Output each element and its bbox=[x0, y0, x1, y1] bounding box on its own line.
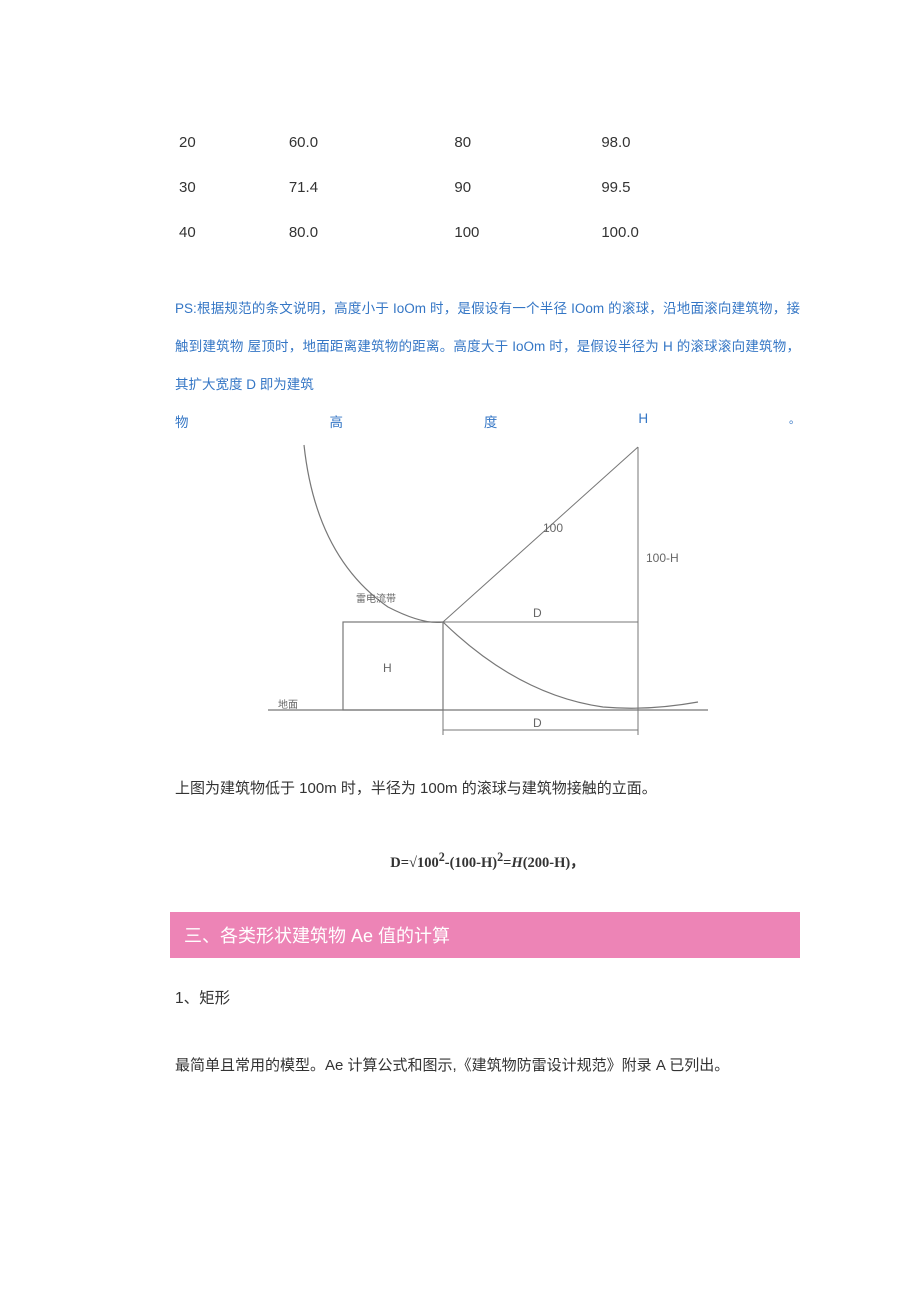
rolling-sphere-diagram: 100 100-H H D D 地面 雷电流带 bbox=[268, 437, 708, 747]
cell: 80.0 bbox=[285, 210, 451, 255]
cell: 100 bbox=[450, 210, 597, 255]
table-row: 20 60.0 80 98.0 bbox=[175, 120, 800, 165]
note-char: H bbox=[638, 411, 648, 431]
d-inner-label: D bbox=[533, 606, 542, 620]
note-char: 高 bbox=[329, 411, 343, 431]
body-paragraph: 最简单且常用的模型。Ae 计算公式和图示,《建筑物防雷设计规范》附录 A 已列出… bbox=[175, 1052, 800, 1081]
cell: 30 bbox=[175, 165, 285, 210]
note-char: 度 bbox=[484, 411, 498, 431]
cell: 40 bbox=[175, 210, 285, 255]
cell: 99.5 bbox=[597, 165, 800, 210]
ground-label: 地面 bbox=[278, 698, 298, 711]
radius-label: 100 bbox=[543, 521, 563, 535]
data-table: 20 60.0 80 98.0 30 71.4 90 99.5 40 80.0 … bbox=[175, 120, 800, 255]
subsection-heading: 1、矩形 bbox=[175, 986, 800, 1008]
cell: 80 bbox=[450, 120, 597, 165]
note-char: 物 bbox=[175, 411, 189, 431]
note-line: 屋顶时，地面距离建筑物的距离。高度大于 IoOm 时，是假设半径为 H 的滚球滚… bbox=[175, 339, 800, 392]
lightning-label: 雷电流带 bbox=[356, 592, 396, 605]
table-row: 30 71.4 90 99.5 bbox=[175, 165, 800, 210]
ps-note: PS:根据规范的条文说明，高度小于 IoOm 时，是假设有一个半径 IOom 的… bbox=[175, 290, 800, 403]
formula: D=√1002-(100-H)2=H(200-H)， bbox=[175, 850, 800, 872]
note-char: 。 bbox=[789, 411, 800, 431]
cell: 60.0 bbox=[285, 120, 451, 165]
formula-comma: ， bbox=[570, 855, 585, 871]
diagram-caption: 上图为建筑物低于 100m 时，半径为 100m 的滚球与建筑物接触的立面。 bbox=[175, 775, 800, 802]
formula-part: D=√100 bbox=[390, 855, 438, 871]
ps-note-justified: 物 高 度 H 。 bbox=[175, 411, 800, 431]
table-row: 40 80.0 100 100.0 bbox=[175, 210, 800, 255]
d-bottom-label: D bbox=[533, 716, 542, 730]
formula-part: -(100-H) bbox=[445, 855, 497, 871]
cell: 98.0 bbox=[597, 120, 800, 165]
cell: 20 bbox=[175, 120, 285, 165]
cell: 100.0 bbox=[597, 210, 800, 255]
h-label: H bbox=[383, 661, 392, 675]
cell: 90 bbox=[450, 165, 597, 210]
diagram-container: 100 100-H H D D 地面 雷电流带 bbox=[175, 437, 800, 747]
formula-part: (200-H) bbox=[523, 855, 571, 871]
cell: 71.4 bbox=[285, 165, 451, 210]
height-diff-label: 100-H bbox=[646, 551, 679, 565]
section-header: 三、各类形状建筑物 Ae 值的计算 bbox=[170, 912, 800, 958]
formula-italic: H bbox=[511, 855, 522, 871]
